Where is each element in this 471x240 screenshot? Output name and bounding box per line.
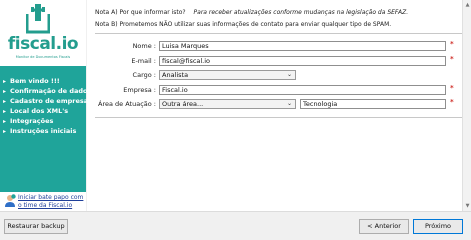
scroll-down-icon[interactable]: ▼ [464,203,471,209]
sidebar: fiscal.io Monitor de Documentos Fiscais … [0,0,92,211]
required-mark: * [450,84,454,92]
sidebar-item-label: Instruções iniciais [10,127,77,135]
wizard-steps: ▸ Bem vindo !!! ▸ Confirmação de dados ▸… [0,66,92,192]
main-panel: Nota A) Por que informar isto? Para rece… [87,0,471,211]
note-b: Nota B) Prometemos NÃO utilizar suas inf… [95,21,392,28]
sidebar-item-label: Confirmação de dados [10,87,92,95]
required-mark: * [450,55,454,63]
nome-label: Nome : [132,42,156,50]
area-label: Área de Atuação : [98,100,156,108]
chat-line-2: o time da Fiscal.io [18,201,73,209]
scroll-up-icon[interactable]: ▲ [464,2,471,8]
back-button[interactable]: < Anterior [359,219,409,234]
arrow-right-icon: ▸ [3,107,7,115]
email-label: E-mail : [131,57,156,65]
sidebar-item-bem-vindo[interactable]: ▸ Bem vindo !!! [3,76,60,86]
brand-name: fiscal.io [7,34,79,54]
empresa-label: Empresa : [123,86,156,94]
note-a-label: Nota A) Por que informar isto? [95,9,186,16]
restore-backup-button[interactable]: Restaurar backup [4,219,68,234]
sidebar-item-local-xmls[interactable]: ▸ Local dos XML's [3,106,68,116]
start-chat-link[interactable]: Iniciar bate papo com o time da Fiscal.i… [0,192,86,211]
chevron-down-icon: ⌄ [286,71,293,78]
area-select[interactable]: Outra área... ⌄ [159,99,296,109]
email-field[interactable]: fiscal@fiscal.io [159,56,446,66]
arrow-right-icon: ▸ [3,117,7,125]
scrollbar[interactable]: ▲ ▼ [462,0,471,211]
sidebar-item-instrucoes[interactable]: ▸ Instruções iniciais [3,126,76,136]
nome-field[interactable]: Luisa Marques [159,41,446,51]
arrow-right-icon: ▸ [3,77,7,85]
divider [95,117,467,118]
area-selected-value: Outra área... [162,100,204,108]
sidebar-item-label: Integrações [10,117,54,125]
sidebar-item-cadastro-empresas[interactable]: ▸ Cadastro de empresas [3,96,92,106]
sidebar-item-confirmacao[interactable]: ▸ Confirmação de dados [3,86,91,96]
note-a: Nota A) Por que informar isto? Para rece… [95,9,408,16]
empresa-field[interactable]: Fiscal.io [159,85,446,95]
required-mark: * [450,40,454,48]
sidebar-item-integracoes[interactable]: ▸ Integrações [3,116,53,126]
brand-tagline: Monitor de Documentos Fiscais [15,55,71,59]
sidebar-item-label: Local dos XML's [10,107,69,115]
arrow-right-icon: ▸ [3,127,7,135]
arrow-right-icon: ▸ [3,87,7,95]
cargo-label: Cargo : [132,71,156,79]
sidebar-item-label: Cadastro de empresas [10,97,93,105]
sidebar-item-label: Bem vindo !!! [10,77,60,85]
chevron-down-icon: ⌄ [286,100,293,107]
logo: fiscal.io Monitor de Documentos Fiscais [0,0,86,66]
next-button[interactable]: Próximo [413,219,463,234]
fiscal-logo-icon [26,4,50,34]
cargo-selected-value: Analista [162,71,189,79]
footer-bar: Restaurar backup < Anterior Próximo [0,211,471,240]
cargo-select[interactable]: Analista ⌄ [159,70,296,80]
area-other-field[interactable]: Tecnologia [300,99,446,109]
required-mark: * [450,98,454,106]
chat-link-text[interactable]: Iniciar bate papo com o time da Fiscal.i… [18,194,84,209]
arrow-right-icon: ▸ [3,97,7,105]
note-a-reason: Para receber atualizações conforme mudan… [193,9,409,16]
divider [95,33,467,34]
chat-line-1: Iniciar bate papo com [18,194,84,201]
chat-person-icon [5,194,16,207]
